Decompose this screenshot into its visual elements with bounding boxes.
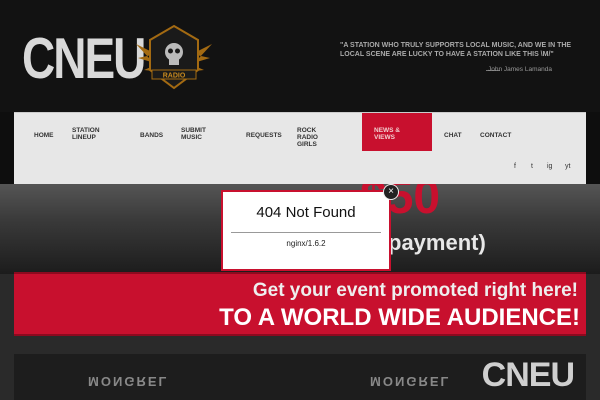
site-logo[interactable]: CNEU [22,24,146,92]
modal-server-info: nginx/1.6.2 [286,239,326,248]
cneu-logo-small: CNEU [481,356,575,394]
mongrel-logo-right: MONGREL [370,374,451,389]
nav-news-views[interactable]: NEWS & VIEWS [362,113,432,151]
instagram-icon[interactable]: ig [547,163,552,170]
modal-divider [231,232,381,233]
nav-chat[interactable]: CHAT [444,132,462,139]
nav-station-lineup[interactable]: STATION LINEUP [72,127,108,141]
youtube-icon[interactable]: yt [565,163,570,170]
nav-submit-music[interactable]: SUBMIT MUSIC [181,127,211,141]
skull-wings-badge-icon: RADIO [136,24,212,90]
nav-bands[interactable]: BANDS [140,132,163,139]
main-navigation: HOME STATION LINEUP BANDS SUBMIT MUSIC R… [14,112,586,185]
site-header: CNEU RADIO "A STATION WHO TRULY SUPPORTS… [0,0,600,112]
svg-text:RADIO: RADIO [163,73,186,80]
testimonial-author: John James Lamanda [488,66,552,73]
nav-contact[interactable]: CONTACT [480,132,511,139]
promo-payment: payment) [388,230,486,255]
promo-banner[interactable]: Get your event promoted right here! TO A… [14,272,586,336]
twitter-icon[interactable]: t [531,163,533,170]
close-icon[interactable]: × [383,184,399,200]
error-modal: 404 Not Found nginx/1.6.2 [221,190,391,271]
nav-rock-radio-girls[interactable]: ROCK RADIO GIRLS [297,127,337,148]
facebook-icon[interactable]: f [514,163,516,170]
banner-headline: Get your event promoted right here! [252,280,578,301]
nav-home[interactable]: HOME [34,132,54,139]
nav-requests[interactable]: REQUESTS [246,132,282,139]
testimonial-quote: "A STATION WHO TRULY SUPPORTS LOCAL MUSI… [340,42,572,58]
modal-title: 404 Not Found [256,204,356,221]
mongrel-logo-left: MONGREL [88,374,169,389]
banner-subheadline: TO A WORLD WIDE AUDIENCE! [219,304,580,331]
lower-banner: MONGREL MONGREL CNEU [14,354,586,400]
